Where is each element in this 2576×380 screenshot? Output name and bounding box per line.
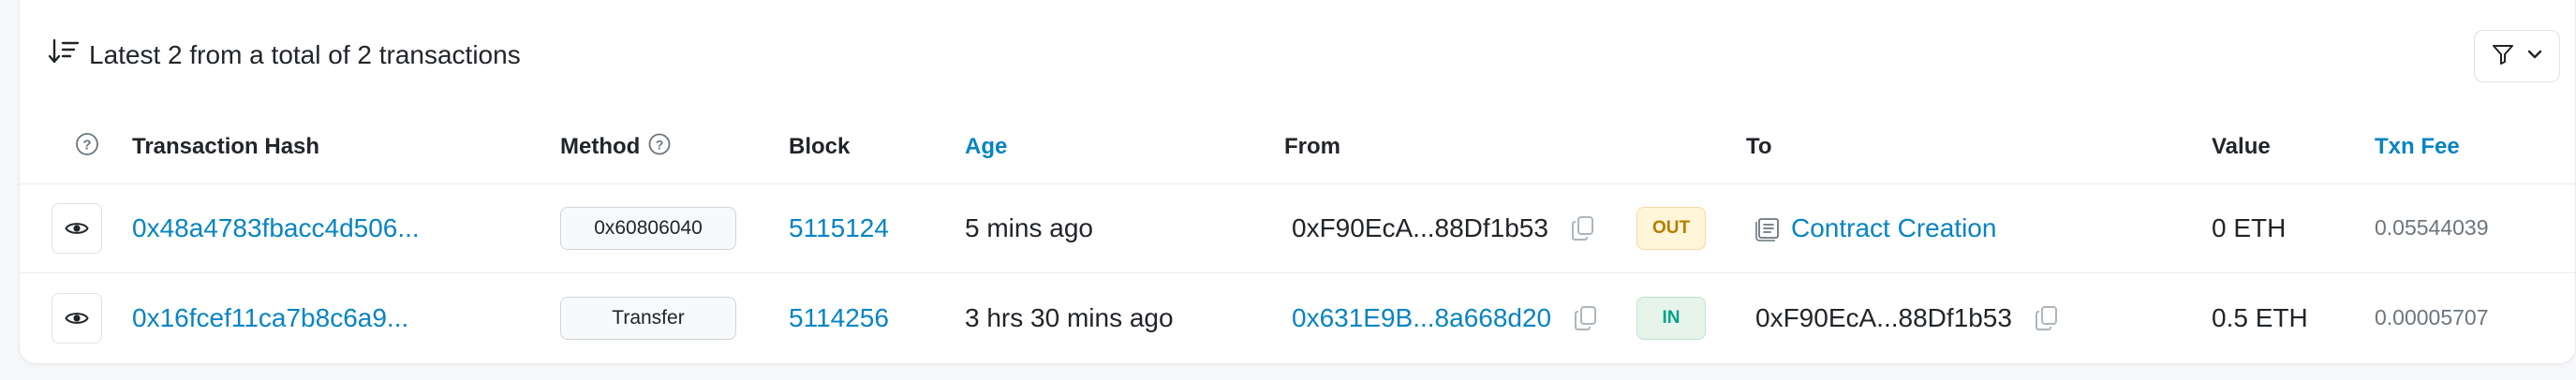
column-from: From xyxy=(1284,134,1340,159)
from-address: 0xF90EcA...88Df1b53 xyxy=(1292,183,1595,272)
transactions-card: Latest 2 from a total of 2 transactions … xyxy=(19,0,2576,364)
out-badge: OUT xyxy=(1636,206,1706,250)
in-badge: IN xyxy=(1636,296,1706,340)
column-method: Method ? xyxy=(560,110,672,183)
svg-text:?: ? xyxy=(82,137,91,153)
from-address-link[interactable]: 0x631E9B...8a668d20 xyxy=(1292,303,1551,333)
column-value: Value xyxy=(2212,134,2271,159)
help-circle-icon: ? xyxy=(74,131,100,164)
filter-icon xyxy=(2491,43,2515,70)
copy-icon[interactable] xyxy=(1574,305,1598,331)
preview-button[interactable] xyxy=(52,183,102,272)
eye-icon xyxy=(65,213,89,243)
to-address-text: 0xF90EcA...88Df1b53 xyxy=(1755,302,2012,332)
age-text: 3 hrs 30 mins ago xyxy=(965,302,1174,332)
svg-text:?: ? xyxy=(656,137,664,152)
sort-descending-icon xyxy=(48,37,80,72)
method-badge: 0x60806040 xyxy=(560,183,736,272)
from-address: 0x631E9B...8a668d20 xyxy=(1292,273,1598,362)
method-badge: Transfer xyxy=(560,273,736,362)
method-label: 0x60806040 xyxy=(560,206,736,250)
transaction-hash-link[interactable]: 0x16fcef11ca7b8c6a9... xyxy=(132,273,408,362)
copy-icon[interactable] xyxy=(1571,215,1595,241)
column-age[interactable]: Age xyxy=(965,110,1007,183)
txn-fee-text: 0.00005707 xyxy=(2375,305,2489,329)
help-column-header[interactable]: ? xyxy=(74,110,100,183)
contract-creation-link[interactable]: Contract Creation xyxy=(1791,213,1996,243)
summary-text: Latest 2 from a total of 2 transactions xyxy=(89,39,521,69)
method-label: Transfer xyxy=(560,296,736,340)
column-to: To xyxy=(1746,134,1772,159)
direction-badge: IN xyxy=(1636,273,1706,362)
age-text: 5 mins ago xyxy=(965,212,1093,242)
from-address-text: 0xF90EcA...88Df1b53 xyxy=(1292,212,1548,242)
eye-icon xyxy=(65,303,89,333)
column-method-label: Method xyxy=(560,134,641,159)
contract-icon xyxy=(1755,215,1782,241)
block-link[interactable]: 5115124 xyxy=(789,183,889,272)
to-address: 0xF90EcA...88Df1b53 xyxy=(1755,273,2059,362)
to-contract[interactable]: Contract Creation xyxy=(1755,183,1996,272)
transactions-summary: Latest 2 from a total of 2 transactions xyxy=(48,37,521,72)
table-row: 0x48a4783fbacc4d506... 0x60806040 511512… xyxy=(20,183,2575,273)
block-link[interactable]: 5114256 xyxy=(789,273,889,362)
filter-button[interactable] xyxy=(2474,30,2560,82)
method-help-icon[interactable]: ? xyxy=(647,132,672,163)
column-txn-fee[interactable]: Txn Fee xyxy=(2375,110,2460,183)
chevron-down-icon xyxy=(2526,48,2543,65)
txn-fee-text: 0.05544039 xyxy=(2375,215,2489,240)
column-block: Block xyxy=(789,134,851,159)
table-row: 0x16fcef11ca7b8c6a9... Transfer 5114256 … xyxy=(20,273,2575,362)
transaction-hash-link[interactable]: 0x48a4783fbacc4d506... xyxy=(132,183,420,272)
value-text: 0.5 ETH xyxy=(2212,302,2308,332)
copy-icon[interactable] xyxy=(2035,305,2059,331)
column-transaction-hash: Transaction Hash xyxy=(132,134,320,159)
value-text: 0 ETH xyxy=(2212,212,2287,242)
direction-badge: OUT xyxy=(1636,183,1706,272)
table-header: ? Transaction Hash Method ? Block Age Fr… xyxy=(20,110,2575,184)
preview-button[interactable] xyxy=(52,273,102,362)
